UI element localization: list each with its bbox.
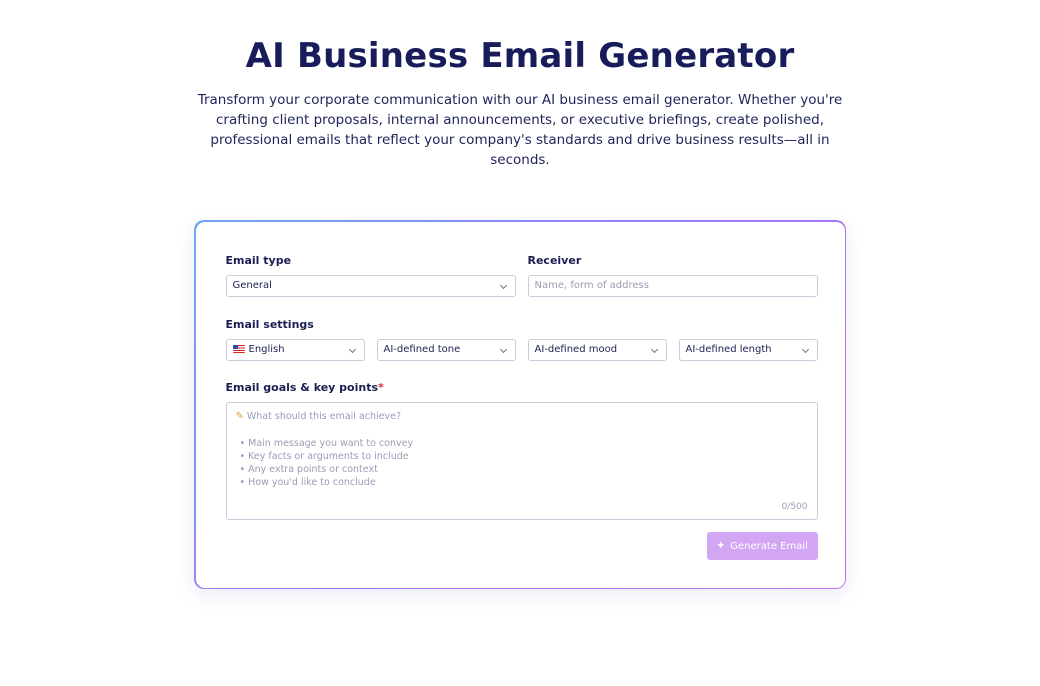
tone-select[interactable]: AI-defined tone [376, 338, 516, 361]
language-value: English [248, 343, 285, 355]
goals-label-text: Email goals & key points [225, 380, 379, 394]
generator-card: Email type General Receiver Name, form o… [194, 220, 846, 589]
page-subtitle: Transform your corporate communication w… [197, 92, 843, 168]
pencil-icon: ✎ [235, 410, 244, 422]
chevron-down-icon [348, 345, 356, 353]
tone-value: AI-defined tone [383, 343, 461, 355]
list-item: • Main message you want to convey [239, 437, 414, 449]
chevron-down-icon [650, 345, 658, 353]
page-title: AI Business Email Generator [245, 36, 795, 76]
character-counter: 0/500 [781, 501, 808, 512]
language-select[interactable]: English [225, 338, 365, 361]
goals-label: Email goals & key points* [226, 381, 384, 394]
length-value: AI-defined length [685, 343, 772, 355]
mood-select[interactable]: AI-defined mood [527, 338, 667, 361]
email-type-select[interactable]: General [225, 274, 516, 297]
generate-email-label: Generate Email [730, 540, 808, 552]
length-select[interactable]: AI-defined length [678, 338, 818, 361]
chevron-down-icon [801, 345, 809, 353]
mood-value: AI-defined mood [534, 343, 618, 355]
list-item: • Key facts or arguments to include [239, 450, 409, 462]
generator-form: Email type General Receiver Name, form o… [195, 221, 845, 588]
required-mark: * [378, 380, 384, 394]
goals-placeholder-text: What should this email achieve? [246, 410, 401, 422]
goals-placeholder-head: ✎ What should this email achieve? [236, 411, 402, 422]
receiver-label: Receiver [527, 253, 582, 267]
list-item: • How you'd like to conclude [239, 476, 376, 488]
email-type-value: General [232, 279, 272, 291]
goals-placeholder-list: • Main message you want to convey • Key … [240, 437, 414, 489]
goals-textarea[interactable]: ✎ What should this email achieve? • Main … [225, 401, 818, 520]
receiver-input[interactable]: Name, form of address [527, 274, 818, 297]
chevron-down-icon [499, 345, 507, 353]
receiver-placeholder: Name, form of address [534, 279, 649, 291]
email-settings-label: Email settings [225, 317, 314, 331]
chevron-down-icon [499, 281, 507, 289]
hero-section: AI Business Email Generator Transform yo… [0, 36, 1040, 170]
list-item: • Any extra points or context [239, 463, 378, 475]
email-type-label: Email type [225, 253, 292, 267]
generate-email-button[interactable]: ✦ Generate Email [706, 531, 818, 560]
sparkle-icon: ✦ [716, 538, 726, 552]
us-flag-icon [232, 344, 245, 353]
